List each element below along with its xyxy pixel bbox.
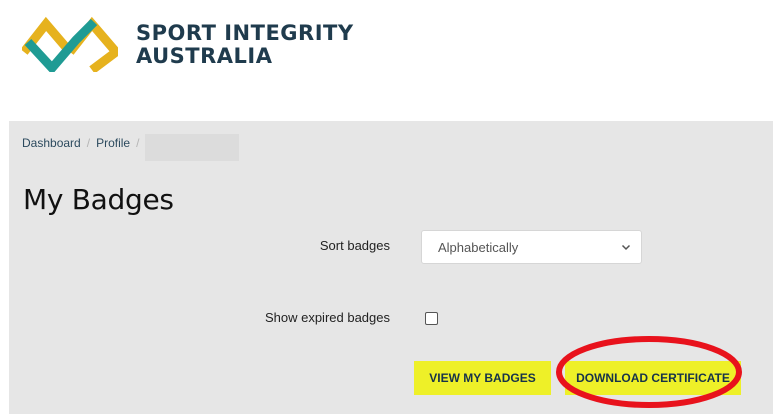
chevron-down-icon	[621, 244, 631, 251]
logo-line-2: AUSTRALIA	[136, 44, 273, 68]
breadcrumb-profile[interactable]: Profile	[96, 135, 130, 151]
download-certificate-button[interactable]: DOWNLOAD CERTIFICATE	[565, 361, 741, 395]
logo-wordmark: SPORT INTEGRITY AUSTRALIA	[136, 22, 354, 68]
breadcrumb: Dashboard / Profile /	[22, 134, 240, 161]
view-my-badges-button[interactable]: VIEW MY BADGES	[414, 361, 551, 395]
show-expired-checkbox[interactable]	[425, 312, 438, 325]
sport-integrity-logo-icon[interactable]	[22, 12, 118, 72]
breadcrumb-separator: /	[86, 136, 91, 150]
main-content: Dashboard / Profile / My Badges Sort bad…	[9, 121, 773, 414]
show-expired-label: Show expired badges	[264, 310, 390, 325]
sort-badges-value: Alphabetically	[438, 239, 519, 255]
site-header: SPORT INTEGRITY AUSTRALIA	[0, 0, 773, 120]
logo-line-1: SPORT INTEGRITY	[136, 21, 354, 45]
breadcrumb-separator: /	[136, 136, 140, 150]
sort-badges-select[interactable]: Alphabetically	[421, 230, 642, 264]
page-title: My Badges	[23, 183, 174, 216]
sort-badges-label: Sort badges	[319, 238, 390, 253]
breadcrumb-dashboard[interactable]: Dashboard	[22, 135, 81, 151]
breadcrumb-current-redacted	[145, 134, 240, 161]
